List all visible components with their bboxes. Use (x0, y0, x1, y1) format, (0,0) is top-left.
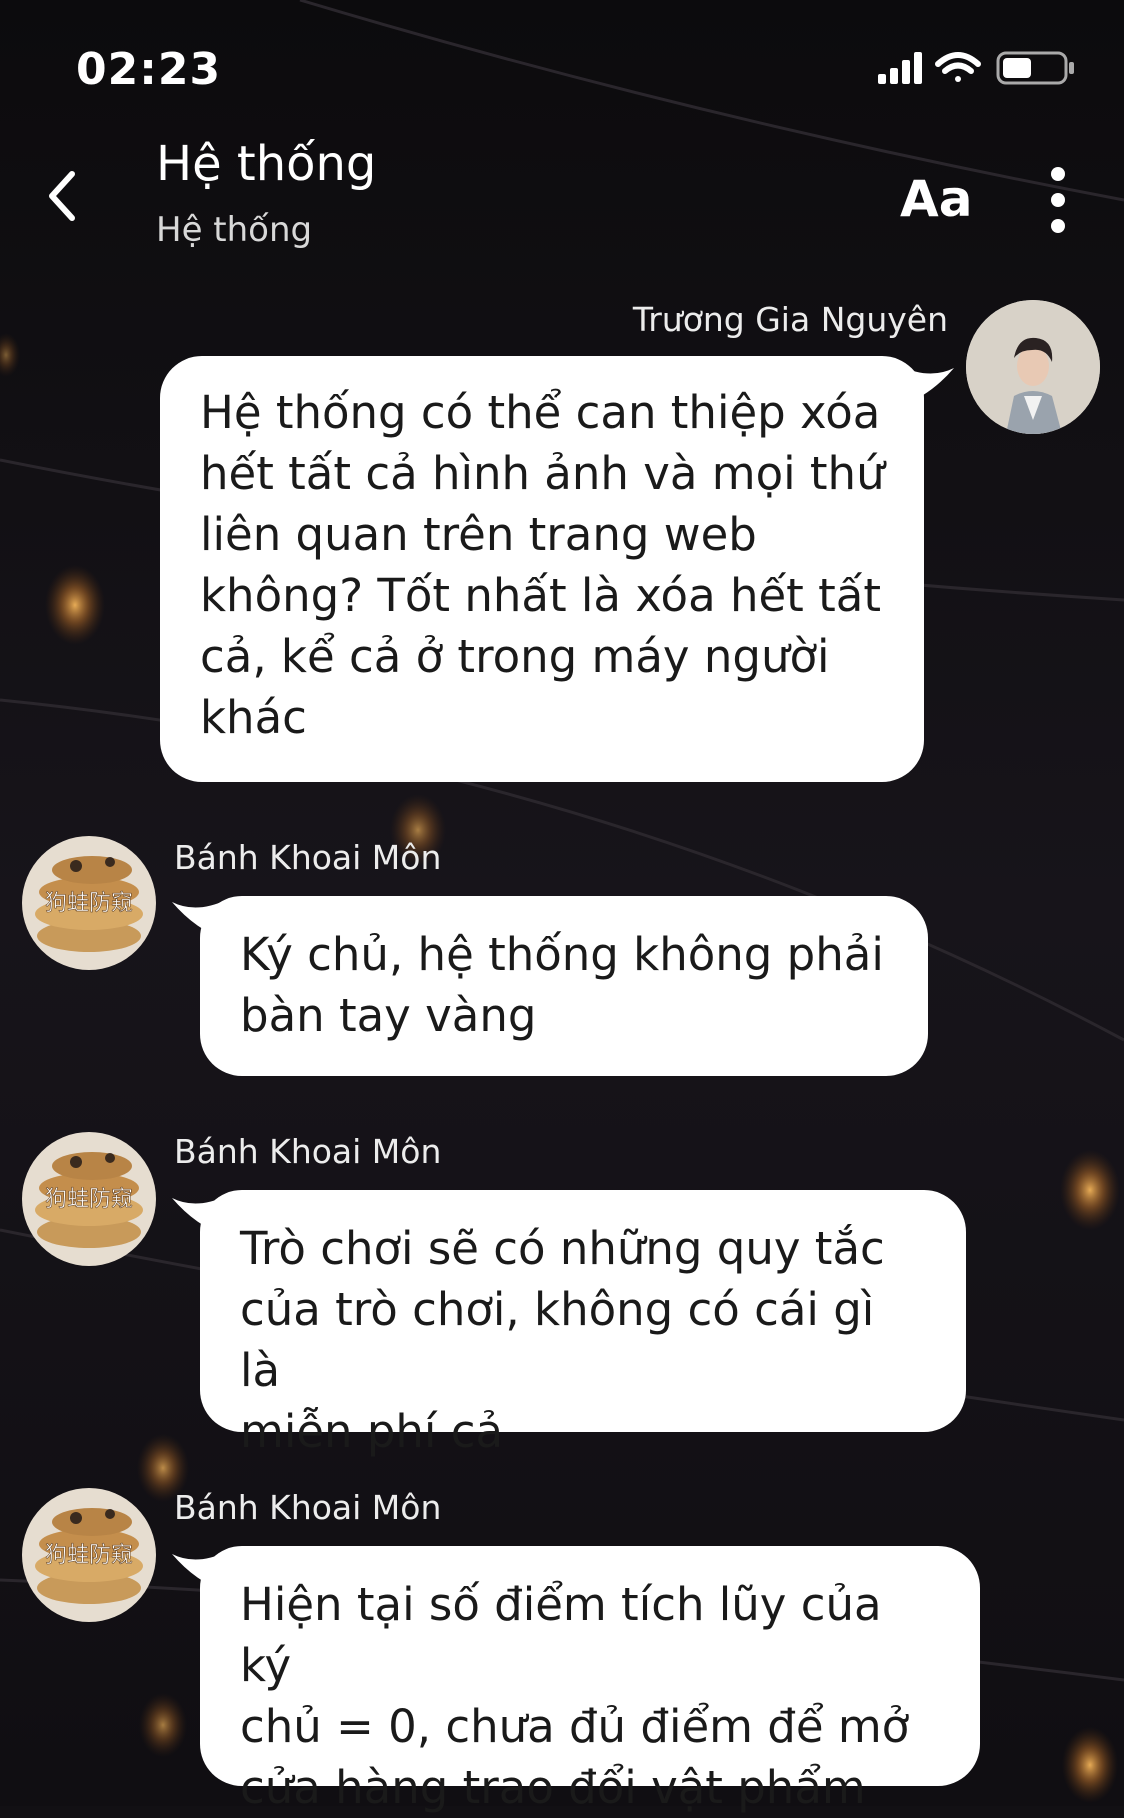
status-time: 02:23 (76, 44, 222, 95)
message-bubble[interactable]: Trò chơi sẽ có những quy tắc của trò chơ… (200, 1190, 966, 1458)
back-button[interactable] (44, 168, 80, 228)
sender-name: Bánh Khoai Môn (174, 1132, 442, 1171)
wifi-icon (935, 52, 981, 82)
message-bubble[interactable]: Ký chủ, hệ thống không phải bàn tay vàng (200, 896, 928, 1076)
message-bubble[interactable]: Hệ thống có thể can thiệp xóa hết tất cả… (160, 356, 924, 782)
more-options-button[interactable] (1046, 164, 1070, 240)
avatar[interactable] (966, 300, 1100, 434)
font-style-button[interactable]: Aa (900, 170, 972, 228)
more-vertical-icon (1051, 167, 1065, 233)
sender-name: Trương Gia Nguyên (632, 300, 948, 339)
sender-name: Bánh Khoai Môn (174, 838, 442, 877)
avatar-watermark: 狗蛙防窥 (45, 891, 133, 916)
signal-icon (878, 52, 922, 84)
sender-name: Bánh Khoai Môn (174, 1488, 442, 1527)
avatar-watermark: 狗蛙防窥 (45, 1543, 133, 1568)
message-bubble[interactable]: Hiện tại số điểm tích lũy của ký chủ = 0… (200, 1546, 980, 1814)
status-icons (878, 48, 1082, 92)
battery-icon (996, 51, 1074, 85)
chat-subtitle: Hệ thống (156, 210, 313, 250)
status-bar: 02:23 (0, 0, 1124, 140)
avatar-watermark: 狗蛙防窥 (45, 1187, 133, 1212)
avatar[interactable]: 狗蛙防窥 (22, 1488, 156, 1622)
back-chevron-icon (49, 171, 75, 221)
avatar[interactable]: 狗蛙防窥 (22, 1132, 156, 1266)
avatar[interactable]: 狗蛙防窥 (22, 836, 156, 970)
chat-title: Hệ thống (156, 136, 377, 192)
